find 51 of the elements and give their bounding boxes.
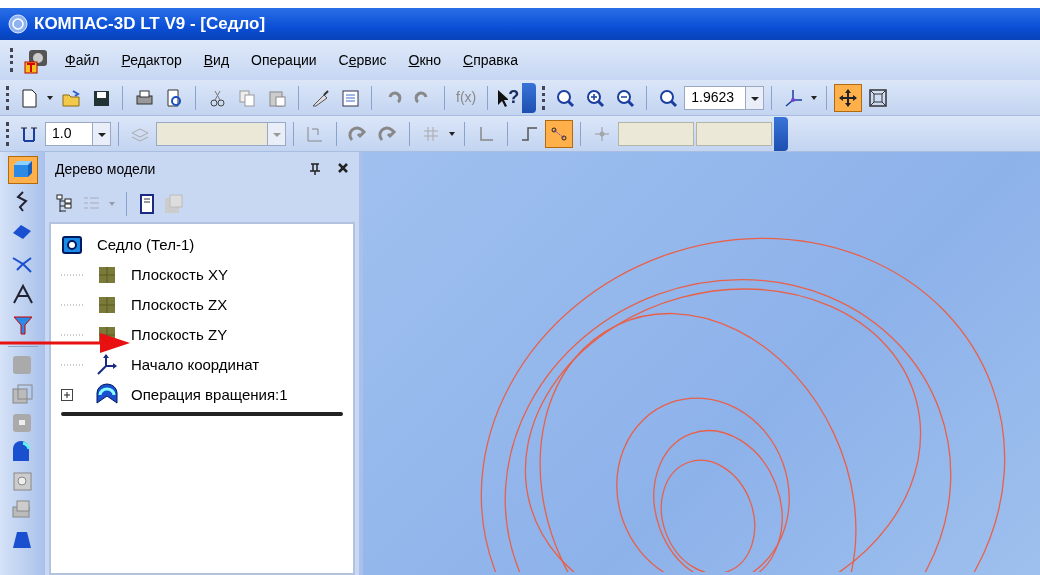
- tree-connector-icon: [61, 303, 83, 307]
- zoom-out-icon: [615, 87, 636, 108]
- brush-icon: [310, 87, 330, 108]
- panel-title: Дерево модели: [55, 159, 156, 179]
- close-icon[interactable]: [337, 162, 349, 174]
- pan-icon: [838, 87, 859, 108]
- toolbar-overflow-button[interactable]: [774, 116, 788, 151]
- tree-connector-icon: [61, 333, 83, 337]
- copy-icon: [237, 87, 257, 108]
- pin-icon[interactable]: [309, 162, 321, 176]
- menu-item[interactable]: Вид: [195, 47, 238, 73]
- tree-item[interactable]: Операция вращения:1: [61, 380, 343, 410]
- menu-item[interactable]: Редактор: [113, 47, 190, 73]
- zoom-in-icon: [585, 87, 606, 108]
- tree-connector-icon: [61, 273, 83, 277]
- orientation-icon: [783, 87, 804, 108]
- tree-item[interactable]: Плоскость ZX: [61, 290, 343, 320]
- scale-zoom-icon: [658, 87, 679, 108]
- pointer-icon: [496, 87, 509, 108]
- preview-icon: [164, 87, 184, 108]
- zoom-icon: [555, 87, 576, 108]
- app-logo-icon: [8, 14, 28, 34]
- expand-icon[interactable]: [61, 389, 73, 401]
- step-combo[interactable]: 1.0: [45, 121, 111, 146]
- x-coordinate-field[interactable]: [618, 121, 694, 146]
- menu-item[interactable]: Сервис: [330, 47, 395, 73]
- menu-item[interactable]: Окно: [400, 47, 450, 73]
- snap-button[interactable]: [545, 119, 573, 148]
- y-coordinate-field[interactable]: [696, 121, 772, 146]
- toolbar-overflow-button[interactable]: [522, 82, 537, 113]
- tree-item[interactable]: Седло (Тел-1): [61, 230, 343, 260]
- window-title: КОМПАС-3D LT V9 - [Седло]: [34, 13, 266, 36]
- tree-item[interactable]: Плоскость XY: [61, 260, 343, 290]
- tool-icon: [10, 314, 35, 336]
- menu-item[interactable]: Файл: [57, 47, 108, 73]
- origin-icon: [95, 353, 119, 377]
- tool-icon: [10, 283, 35, 305]
- pan-button[interactable]: [834, 83, 863, 112]
- print-icon: [134, 87, 154, 108]
- fit-icon: [868, 87, 889, 108]
- rotation-icon: [95, 383, 119, 407]
- properties-icon: [340, 87, 360, 108]
- help-button[interactable]: ?: [495, 83, 521, 112]
- part-icon: [61, 233, 85, 257]
- open-icon: [61, 87, 81, 108]
- tree-item[interactable]: Начало координат: [61, 350, 343, 380]
- tree-connector-icon: [61, 363, 83, 367]
- menu-item[interactable]: Справка: [455, 47, 526, 73]
- new-icon: [19, 87, 39, 108]
- menu-item[interactable]: Операции: [243, 47, 325, 73]
- scale-combo[interactable]: 1.9623: [684, 85, 765, 110]
